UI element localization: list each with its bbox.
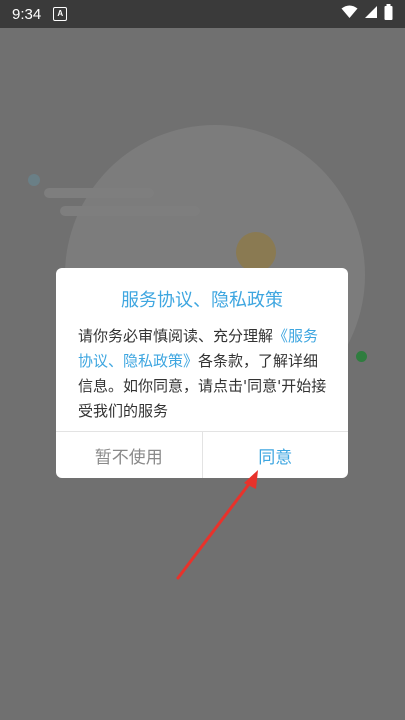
annotation-arrow (176, 470, 258, 580)
